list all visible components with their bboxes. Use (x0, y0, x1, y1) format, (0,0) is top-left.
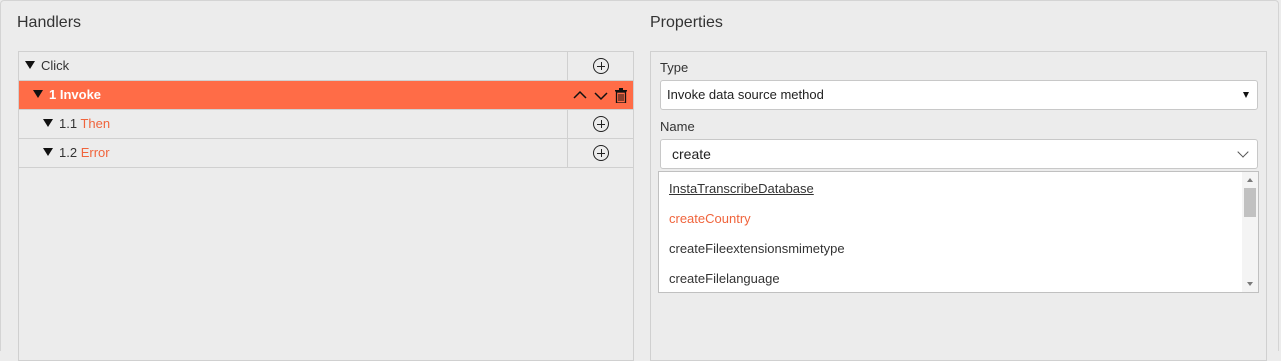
add-action-icon[interactable] (593, 116, 609, 132)
handlers-tree: Click 1 Invoke 1.1 Then 1.2 Error (18, 51, 634, 361)
option-item[interactable]: InstaTranscribeDatabase (669, 181, 814, 196)
option-item[interactable]: createFileextensionsmimetype (669, 241, 845, 256)
tree-row-error[interactable]: 1.2 Error (19, 139, 633, 168)
chevron-down-icon[interactable] (594, 91, 608, 101)
scrollbar-thumb[interactable] (1244, 188, 1256, 217)
chevron-up-icon[interactable] (573, 90, 587, 100)
window-frame: Handlers Properties Click 1 Invoke 1.1 T… (0, 0, 1279, 361)
handlers-heading: Handlers (17, 14, 82, 31)
tree-row-invoke[interactable]: 1 Invoke (19, 81, 633, 110)
trash-icon[interactable] (615, 88, 627, 103)
type-select[interactable]: Invoke data source method (660, 80, 1258, 110)
tree-node-prefix: 1.2 (59, 145, 81, 160)
type-label: Type (660, 60, 689, 75)
properties-heading: Properties (650, 14, 723, 31)
scroll-down-arrow-icon[interactable] (1247, 282, 1253, 286)
option-item-highlighted[interactable]: createCountry (669, 211, 751, 226)
expand-triangle-icon[interactable] (33, 89, 43, 98)
tree-node-invoke[interactable]: 1 Invoke (33, 81, 101, 109)
column-divider (567, 110, 568, 138)
scroll-up-arrow-icon[interactable] (1247, 178, 1253, 182)
tree-row-click[interactable]: Click (19, 52, 633, 81)
name-options-list[interactable]: InstaTranscribeDatabase createCountry cr… (658, 171, 1259, 293)
option-item[interactable]: createFilelanguage (669, 271, 780, 286)
name-label: Name (660, 119, 695, 134)
expand-triangle-icon[interactable] (43, 147, 53, 156)
tree-node-then[interactable]: 1.1 Then (43, 110, 110, 138)
tree-row-then[interactable]: 1.1 Then (19, 110, 633, 139)
column-divider (567, 81, 568, 109)
expand-triangle-icon[interactable] (43, 118, 53, 127)
tree-node-label: 1 Invoke (49, 87, 102, 102)
tree-node-click[interactable]: Click (25, 52, 69, 80)
tree-node-prefix: 1.1 (59, 116, 81, 131)
name-combobox-value[interactable]: create (672, 146, 711, 162)
add-action-icon[interactable] (593, 58, 609, 74)
tree-node-label: Click (41, 58, 70, 73)
tree-node-error[interactable]: 1.2 Error (43, 139, 110, 167)
type-select-value: Invoke data source method (667, 87, 824, 102)
tree-node-label: Then (80, 116, 111, 131)
column-divider (567, 52, 568, 80)
chevron-down-icon[interactable] (1237, 146, 1249, 158)
column-divider (567, 139, 568, 167)
name-combobox[interactable]: create (660, 139, 1258, 169)
caret-down-icon[interactable] (1243, 92, 1249, 98)
expand-triangle-icon[interactable] (25, 60, 35, 69)
list-scrollbar[interactable] (1242, 172, 1258, 292)
add-action-icon[interactable] (593, 145, 609, 161)
tree-node-label: Error (80, 145, 110, 160)
